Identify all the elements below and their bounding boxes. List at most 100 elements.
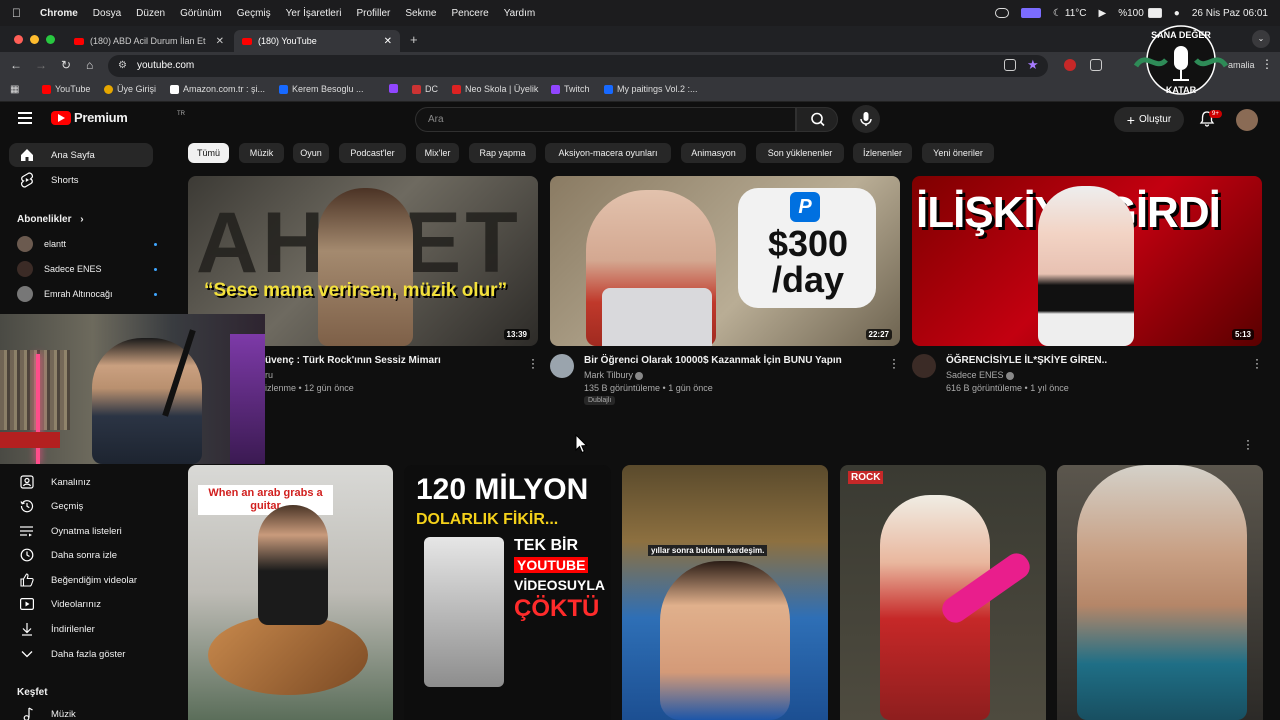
more-options-icon[interactable]: · · · bbox=[1253, 353, 1261, 373]
browser-menu-icon[interactable]: ⋮ bbox=[1261, 57, 1273, 71]
menu-gecmis[interactable]: Geçmiş bbox=[237, 8, 271, 19]
chip-gaming[interactable]: Oyun bbox=[293, 143, 329, 163]
menu-pencere[interactable]: Pencere bbox=[451, 8, 488, 19]
sidebar-item-liked[interactable]: Beğendiğim videolar bbox=[9, 568, 153, 592]
bookmark-star-icon[interactable]: ★ bbox=[1027, 57, 1039, 73]
back-arrow-icon[interactable]: ← bbox=[10, 58, 22, 72]
chip-new-to-you[interactable]: Yeni öneriler bbox=[922, 143, 994, 163]
sidebar-item-watch-later[interactable]: Daha sonra izle bbox=[9, 543, 153, 567]
short-thumbnail[interactable]: ROCK bbox=[840, 465, 1046, 720]
video-title[interactable]: ÖĞRENCİSİYLE İL*ŞKİYE GİREN.. bbox=[946, 355, 1107, 366]
bookmark-amazon[interactable]: Amazon.com.tr : şi... bbox=[170, 84, 265, 94]
close-window-button[interactable] bbox=[14, 35, 23, 44]
chip-watched[interactable]: İzlenenler bbox=[853, 143, 912, 163]
short-thumbnail[interactable]: When an arab grabs a guitar bbox=[188, 465, 393, 720]
extensions-puzzle-icon[interactable] bbox=[1090, 59, 1102, 71]
short-thumbnail[interactable]: 120 MİLYON DOLARLIK FİKİR... TEK BİR YOU… bbox=[404, 465, 611, 720]
sidebar-item-show-more[interactable]: Daha fazla göster bbox=[9, 642, 153, 666]
sidebar-item-downloads[interactable]: İndirilenler bbox=[9, 617, 153, 641]
tab-abd-acil[interactable]: (180) ABD Acil Durum İlan Et ✕ bbox=[66, 30, 232, 52]
menu-hamburger-icon[interactable] bbox=[18, 112, 32, 127]
sidebar-item-your-videos[interactable]: Videolarınız bbox=[9, 592, 153, 616]
menu-yer-isaretleri[interactable]: Yer İşaretleri bbox=[286, 8, 342, 19]
bookmark-twitch-unnamed[interactable] bbox=[389, 84, 402, 93]
bookmark-kerem[interactable]: Kerem Besoglu ... bbox=[279, 84, 364, 94]
short-thumbnail[interactable] bbox=[1057, 465, 1263, 720]
install-app-icon[interactable] bbox=[1004, 59, 1016, 71]
channel-name[interactable]: Mark Tilbury bbox=[584, 370, 644, 380]
chip-animation[interactable]: Animasyon bbox=[681, 143, 746, 163]
address-bar[interactable]: ⚙ youtube.com bbox=[108, 55, 1048, 77]
search-input[interactable]: Ara bbox=[415, 107, 796, 132]
apple-icon[interactable]:  bbox=[12, 6, 26, 20]
menu-yardim[interactable]: Yardım bbox=[504, 8, 536, 19]
bookmark-twitch[interactable]: Twitch bbox=[551, 84, 590, 94]
video-thumbnail[interactable]: P $300 /day 22:27 bbox=[550, 176, 900, 346]
bookmark-youtube[interactable]: YouTube bbox=[42, 84, 90, 94]
sidebar-item-channel[interactable]: Kanalınız bbox=[9, 470, 153, 494]
subscription-sadece-enes[interactable]: Sadece ENES bbox=[17, 259, 157, 279]
screen-share-icon[interactable] bbox=[1020, 8, 1041, 18]
weather-icon[interactable]: ☾ bbox=[1053, 8, 1062, 19]
video-title[interactable]: Bir Öğrenci Olarak 10000$ Kazanmak İçin … bbox=[584, 355, 842, 366]
subscription-elantt[interactable]: elantt bbox=[17, 234, 157, 254]
bookmark-my-paitings[interactable]: My paitings Vol.2 :... bbox=[604, 84, 698, 94]
chip-all[interactable]: Tümü bbox=[188, 143, 229, 163]
battery-icon[interactable] bbox=[1147, 8, 1162, 18]
search-button[interactable] bbox=[796, 107, 838, 132]
account-avatar[interactable] bbox=[1236, 109, 1258, 131]
chip-recently-uploaded[interactable]: Son yüklenenler bbox=[756, 143, 844, 163]
menu-app-chrome[interactable]: Chrome bbox=[40, 8, 78, 19]
like-icon bbox=[17, 572, 37, 588]
subscription-emrah[interactable]: Emrah Altınocağı bbox=[17, 284, 157, 304]
more-options-icon[interactable]: · · · bbox=[890, 353, 898, 373]
apps-grid-icon[interactable]: ▦ bbox=[10, 84, 19, 95]
voice-search-button[interactable] bbox=[852, 105, 880, 133]
channel-name[interactable]: Sadece ENES bbox=[946, 370, 1014, 380]
chip-podcasts[interactable]: Podcast'ler bbox=[339, 143, 406, 163]
subscriptions-header[interactable]: Abonelikler › bbox=[17, 214, 84, 225]
new-tab-button[interactable]: + bbox=[410, 32, 418, 47]
more-options-icon[interactable]: · · · bbox=[529, 353, 537, 373]
menu-gorunum[interactable]: Görünüm bbox=[180, 8, 222, 19]
minimize-window-button[interactable] bbox=[30, 35, 39, 44]
cloud-icon[interactable] bbox=[994, 8, 1009, 18]
menu-profiller[interactable]: Profiller bbox=[356, 8, 390, 19]
chip-mixes[interactable]: Mix'ler bbox=[416, 143, 459, 163]
close-tab-icon[interactable]: ✕ bbox=[384, 36, 392, 47]
channel-name[interactable]: ru bbox=[265, 370, 273, 380]
sidebar-item-history[interactable]: Geçmiş bbox=[9, 494, 153, 518]
play-status-icon[interactable]: ▶ bbox=[1099, 8, 1107, 19]
short-thumbnail[interactable]: yıllar sonra buldum kardeşim. bbox=[622, 465, 828, 720]
bookmark-dc[interactable]: DC bbox=[412, 84, 438, 94]
chip-rap[interactable]: Rap yapma bbox=[469, 143, 536, 163]
sidebar-item-playlists[interactable]: Oynatma listeleri bbox=[9, 519, 153, 543]
sidebar-item-shorts[interactable]: Shorts bbox=[9, 168, 153, 192]
youtube-premium-logo[interactable]: Premium TR bbox=[51, 110, 185, 125]
reload-icon[interactable]: ↻ bbox=[61, 58, 71, 72]
site-settings-icon[interactable]: ⚙ bbox=[118, 55, 127, 77]
shorts-more-options-icon[interactable]: · · · bbox=[1244, 434, 1252, 454]
bookmark-uye-girisi[interactable]: Üye Girişi bbox=[104, 84, 156, 94]
video-thumbnail[interactable]: İLİŞKİYE GİRDİ 5:13 bbox=[912, 176, 1262, 346]
extension-red-icon[interactable] bbox=[1064, 59, 1076, 71]
create-button[interactable]: + Oluştur bbox=[1114, 107, 1184, 132]
channel-avatar[interactable] bbox=[912, 354, 936, 378]
zoom-window-button[interactable] bbox=[46, 35, 55, 44]
channel-avatar[interactable] bbox=[550, 354, 574, 378]
close-tab-icon[interactable]: ✕ bbox=[216, 36, 224, 47]
sidebar-item-music[interactable]: Müzik bbox=[9, 702, 153, 720]
menu-duzen[interactable]: Düzen bbox=[136, 8, 165, 19]
forward-arrow-icon[interactable]: → bbox=[35, 58, 47, 72]
menu-sekme[interactable]: Sekme bbox=[405, 8, 436, 19]
bookmark-neo-skola[interactable]: Neo Skola | Üyelik bbox=[452, 84, 538, 94]
chip-music[interactable]: Müzik bbox=[239, 143, 284, 163]
chip-action-adventure[interactable]: Aksiyon-macera oyunları bbox=[545, 143, 671, 163]
user-switch-icon[interactable]: ● bbox=[1174, 8, 1180, 19]
video-title[interactable]: üvenç : Türk Rock'ının Sessiz Mimarı bbox=[265, 355, 441, 366]
home-icon[interactable]: ⌂ bbox=[86, 58, 93, 72]
tab-search-icon[interactable]: ⌄ bbox=[1252, 30, 1270, 48]
sidebar-item-home[interactable]: Ana Sayfa bbox=[9, 143, 153, 167]
menu-dosya[interactable]: Dosya bbox=[93, 8, 121, 19]
tab-youtube[interactable]: (180) YouTube ✕ bbox=[234, 30, 400, 52]
